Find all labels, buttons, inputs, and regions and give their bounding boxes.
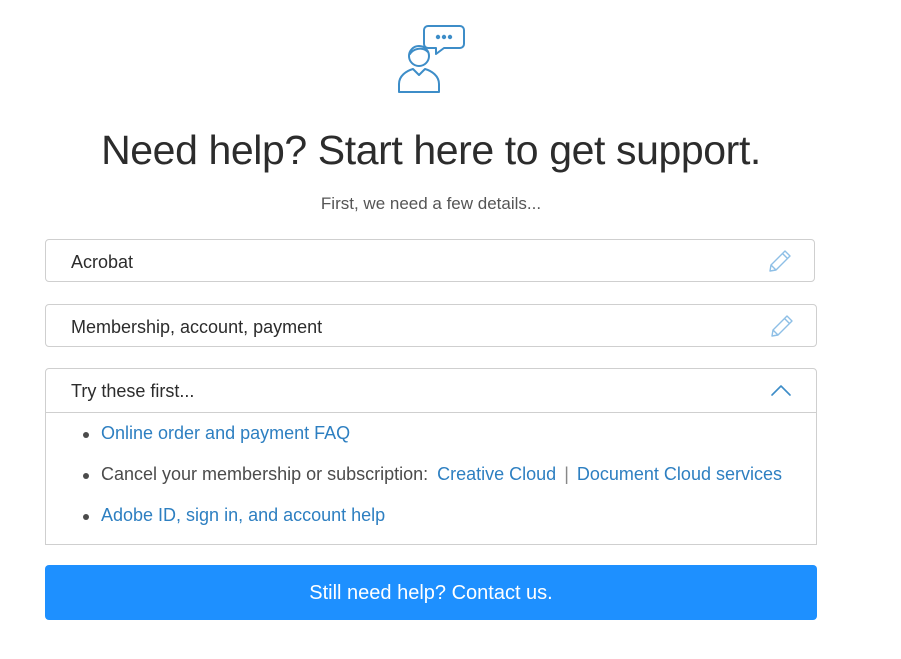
issue-field[interactable]: Membership, account, payment [45,304,817,347]
product-field[interactable]: Acrobat [45,239,815,282]
list-item: Online order and payment FAQ [83,423,350,447]
pencil-icon[interactable] [768,249,792,273]
tips-header[interactable]: Try these first... [46,369,816,413]
tips-panel: Try these first... Online order and paym… [45,368,817,545]
product-field-value: Acrobat [71,252,134,272]
chevron-up-icon[interactable] [770,383,792,397]
cancel-membership-text: Cancel your membership or subscription: [101,464,429,484]
issue-field-value: Membership, account, payment [71,317,323,337]
page-title: Need help? Start here to get support. [101,127,761,173]
pencil-icon[interactable] [770,314,794,338]
tips-header-label: Try these first... [71,381,195,401]
bullet [83,514,89,520]
contact-us-button[interactable]: Still need help? Contact us. [45,565,817,620]
creative-cloud-link[interactable]: Creative Cloud [437,464,556,484]
document-cloud-services-link[interactable]: Document Cloud services [577,464,782,484]
order-payment-faq-link[interactable]: Online order and payment FAQ [101,423,350,443]
bullet [83,432,89,438]
bullet [83,473,89,479]
adobe-id-help-link[interactable]: Adobe ID, sign in, and account help [101,505,385,525]
link-separator: | [564,464,569,484]
support-page: Need help? Start here to get support. Fi… [0,0,901,659]
support-chat-person-icon [398,25,465,93]
page-subtitle: First, we need a few details... [320,194,542,213]
list-item: Cancel your membership or subscription: C… [83,464,782,488]
list-item: Adobe ID, sign in, and account help [83,505,385,529]
